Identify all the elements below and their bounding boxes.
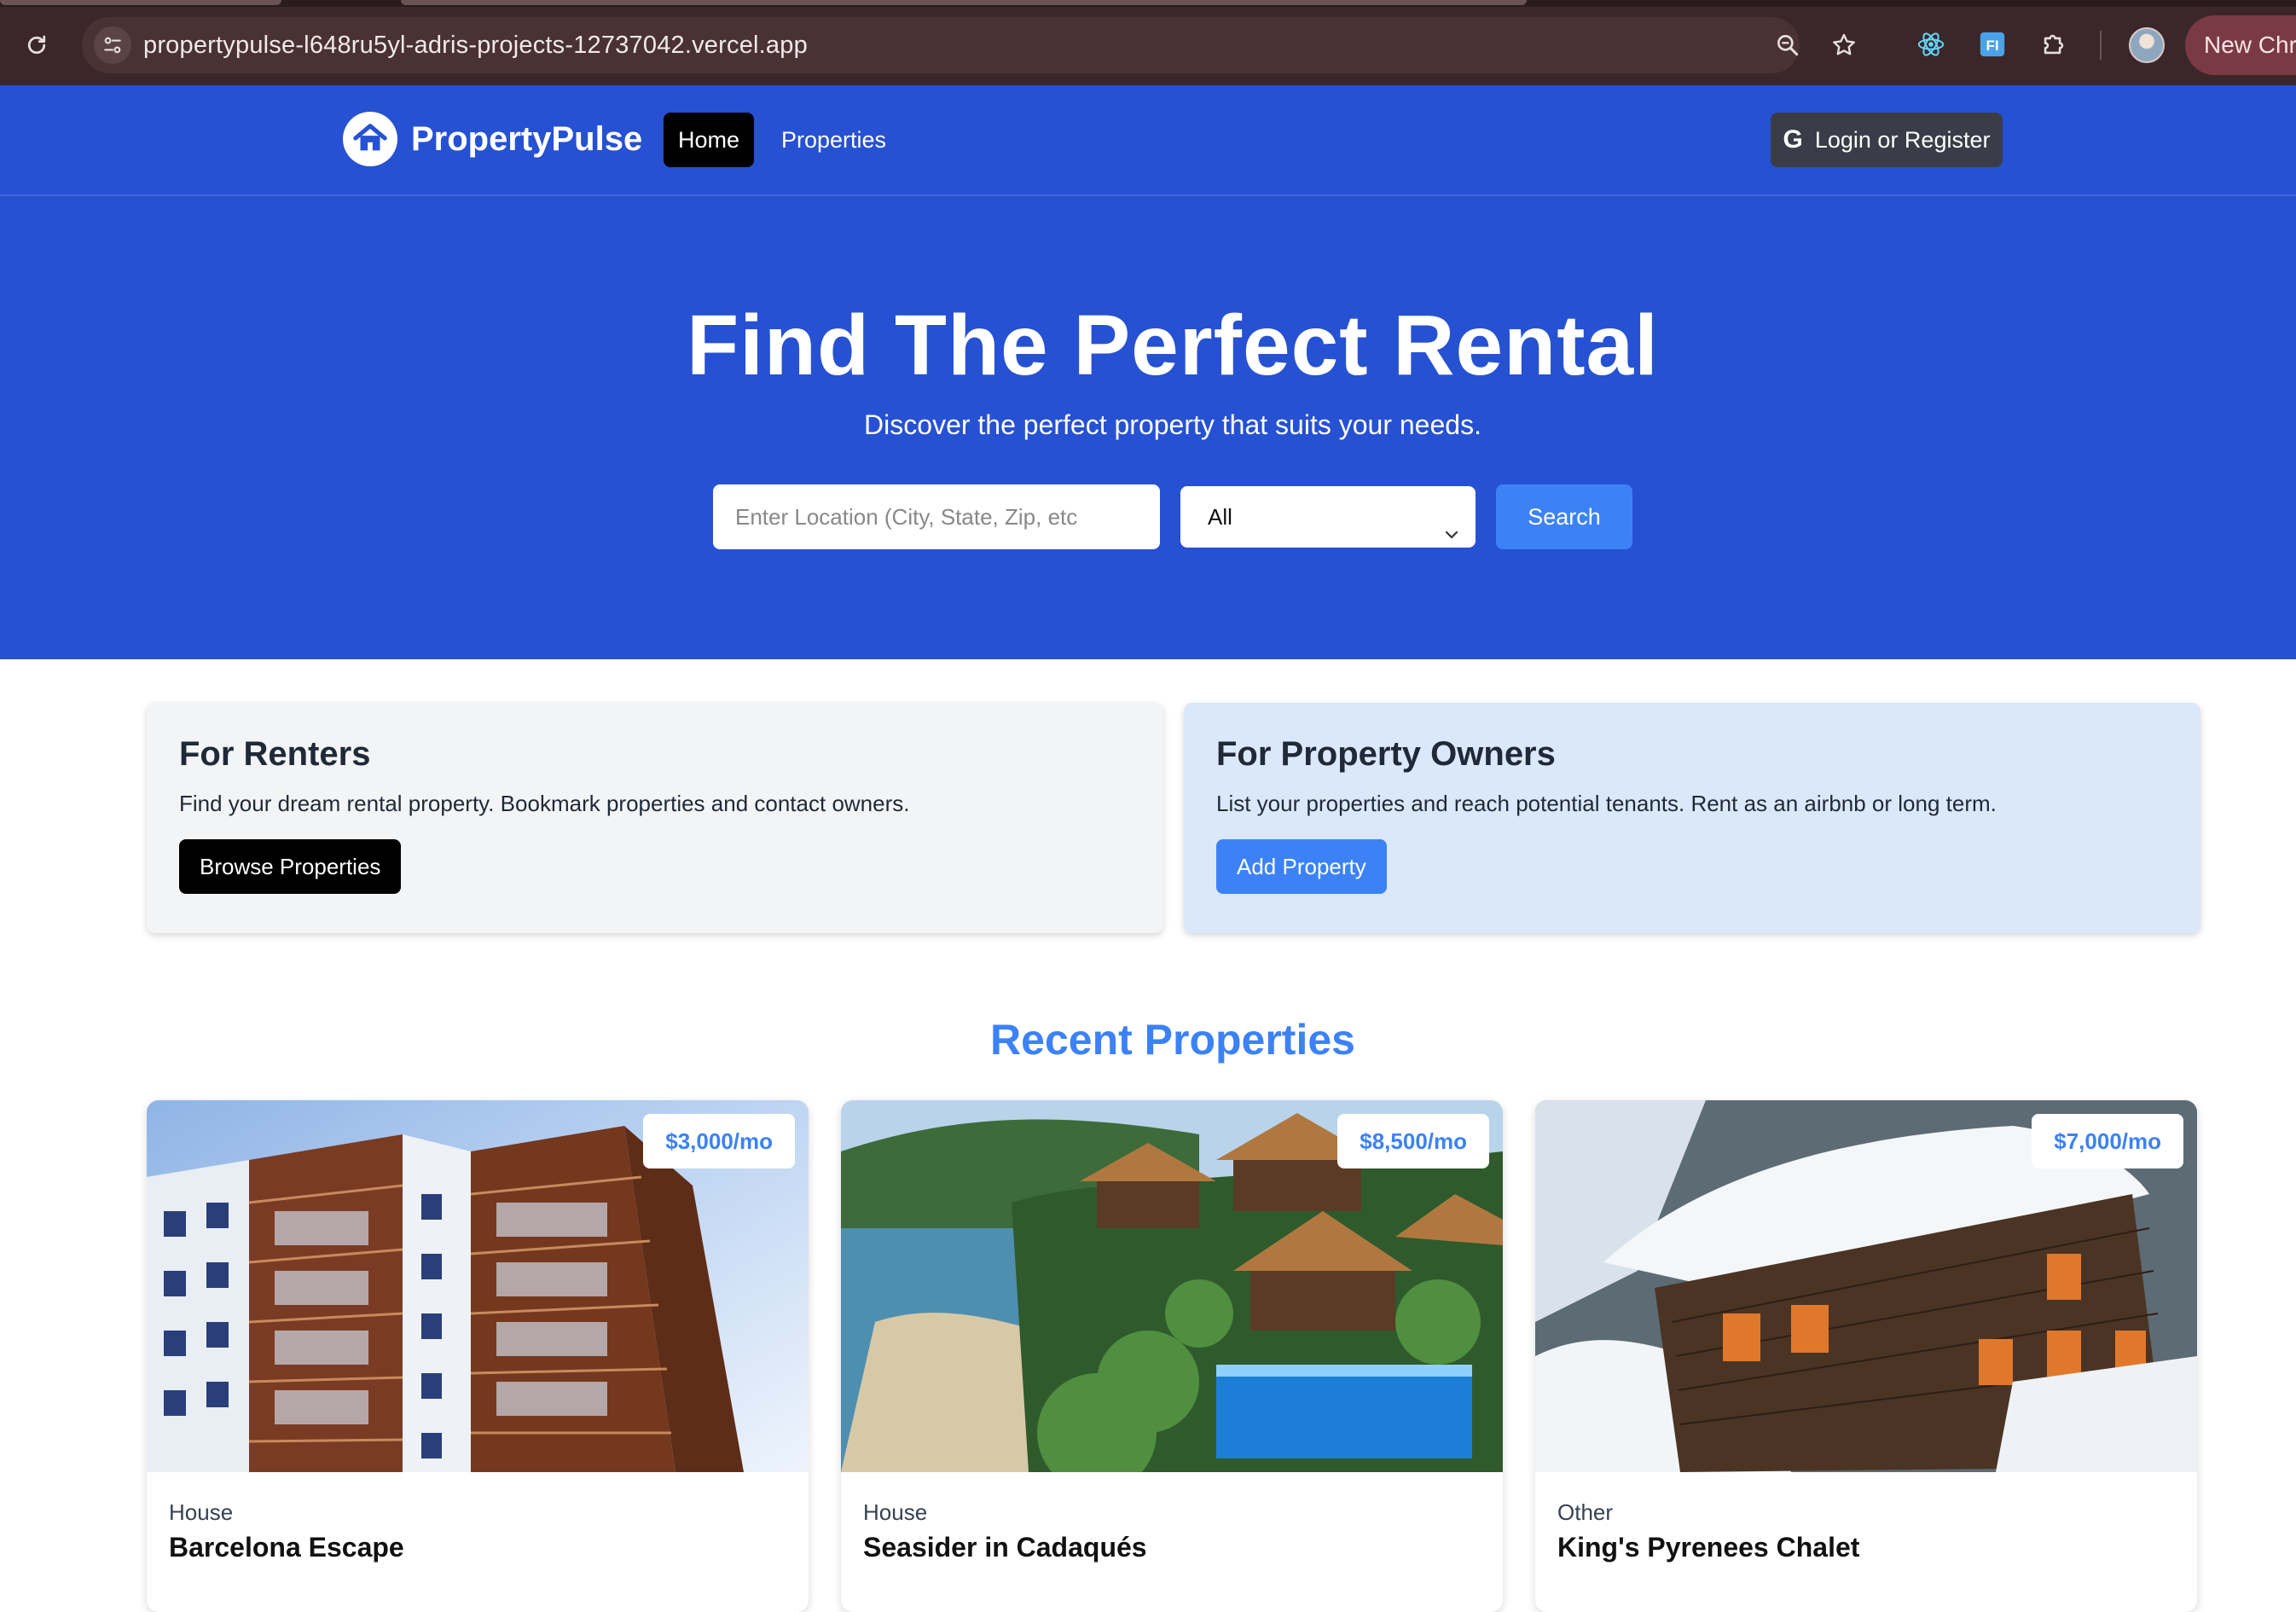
price-badge: $3,000/mo <box>643 1114 795 1168</box>
extensions-puzzle-icon[interactable] <box>2035 26 2073 63</box>
browser-tab[interactable] <box>401 0 1527 5</box>
new-chrome-button[interactable]: New Chro <box>2185 15 2296 75</box>
browser-toolbar: propertypulse-l648ru5yl-adris-projects-1… <box>0 0 2296 85</box>
login-register-button[interactable]: G Login or Register <box>1771 113 2003 167</box>
brand-name: PropertyPulse <box>411 119 643 158</box>
property-card[interactable]: $7,000/mo Other King's Pyrenees Chalet <box>1535 1100 2197 1612</box>
renters-title: For Renters <box>179 735 371 773</box>
address-bar[interactable]: propertypulse-l648ru5yl-adris-projects-1… <box>82 17 1855 73</box>
brand-link[interactable]: PropertyPulse <box>343 111 642 167</box>
property-type: House <box>169 1499 234 1525</box>
login-label: Login or Register <box>1814 126 1991 153</box>
reload-icon[interactable] <box>17 26 56 65</box>
price-badge: $8,500/mo <box>1337 1114 1489 1168</box>
property-image[interactable]: $3,000/mo <box>147 1100 809 1472</box>
add-property-button[interactable]: Add Property <box>1216 839 1387 894</box>
owners-text: List your properties and reach potential… <box>1216 791 1997 816</box>
site-navbar: PropertyPulse Home Properties G Login or… <box>0 85 2296 196</box>
recent-properties-heading: Recent Properties <box>990 1016 1355 1064</box>
nav-link-home[interactable]: Home <box>664 113 754 167</box>
svg-text:FI: FI <box>1986 38 1998 54</box>
property-type-value: All <box>1208 504 1232 530</box>
hero-subtitle: Discover the perfect property that suits… <box>864 409 1481 440</box>
url-text[interactable]: propertypulse-l648ru5yl-adris-projects-1… <box>143 17 808 73</box>
location-search-input[interactable] <box>713 484 1160 549</box>
house-logo-icon <box>343 112 397 166</box>
renters-text: Find your dream rental property. Bookmar… <box>179 791 910 816</box>
browser-tab[interactable] <box>0 0 281 5</box>
price-badge: $7,000/mo <box>2032 1114 2183 1168</box>
hero-section: Find The Perfect Rental Discover the per… <box>0 196 2296 659</box>
browse-properties-button[interactable]: Browse Properties <box>179 839 402 894</box>
property-name[interactable]: King's Pyrenees Chalet <box>1557 1532 1859 1563</box>
property-name[interactable]: Seasider in Cadaqués <box>863 1532 1147 1563</box>
google-icon: G <box>1783 125 1803 154</box>
bookmark-star-icon[interactable] <box>1827 28 1861 62</box>
react-devtools-icon[interactable] <box>1912 26 1950 63</box>
zoom-icon[interactable] <box>1771 28 1805 62</box>
site-info-icon[interactable] <box>94 26 131 64</box>
property-image[interactable]: $7,000/mo <box>1535 1100 2197 1472</box>
hero-title: Find The Perfect Rental <box>687 298 1659 393</box>
toolbar-divider <box>2100 31 2102 60</box>
nav-link-properties[interactable]: Properties <box>766 113 902 167</box>
property-type: House <box>863 1499 928 1525</box>
property-card[interactable]: $8,500/mo House Seasider in Cadaqués <box>841 1100 1503 1612</box>
owners-info-box: For Property Owners List your properties… <box>1184 703 2200 933</box>
property-type-select[interactable]: All <box>1180 486 1476 548</box>
property-image[interactable]: $8,500/mo <box>841 1100 1503 1472</box>
renters-info-box: For Renters Find your dream rental prope… <box>147 703 1163 933</box>
profile-avatar[interactable] <box>2129 27 2165 63</box>
property-card[interactable]: $3,000/mo House Barcelona Escape <box>147 1100 809 1612</box>
search-button[interactable]: Search <box>1496 484 1632 549</box>
property-type: Other <box>1557 1499 1614 1525</box>
extension-ft-icon[interactable]: FI <box>1974 26 2011 63</box>
property-name[interactable]: Barcelona Escape <box>169 1532 404 1563</box>
chevron-down-icon <box>1441 507 1462 539</box>
owners-title: For Property Owners <box>1216 735 1556 773</box>
